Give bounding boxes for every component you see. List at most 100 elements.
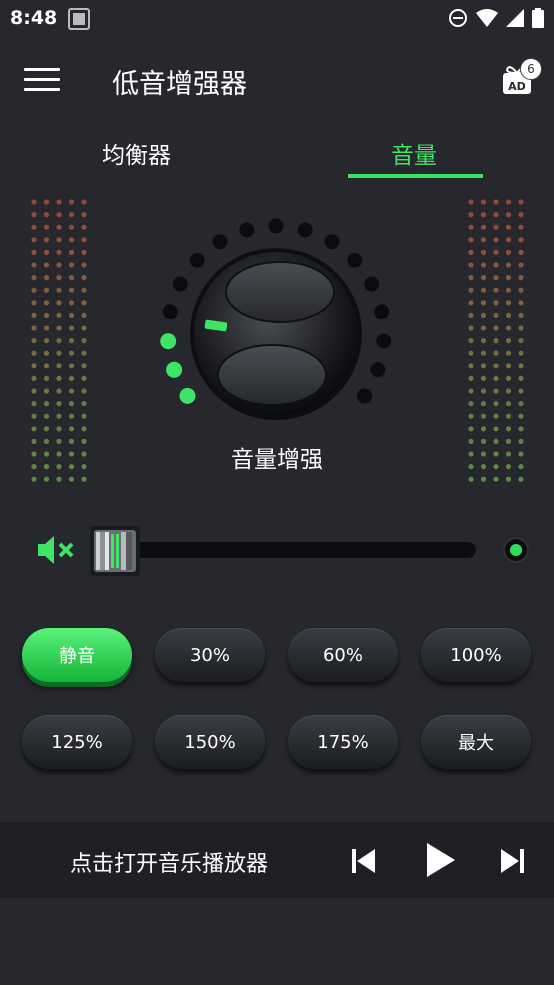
vu-dot bbox=[480, 300, 487, 306]
knob-dot-active bbox=[160, 333, 177, 350]
vu-dot bbox=[468, 249, 474, 255]
preset-60-button[interactable]: 60% bbox=[288, 628, 398, 682]
vu-dot bbox=[493, 249, 499, 255]
vu-dot bbox=[56, 275, 62, 281]
preset-mute-button[interactable]: 静音 bbox=[22, 628, 132, 682]
vu-dot bbox=[493, 338, 499, 344]
vu-dot bbox=[518, 212, 524, 218]
vu-dot bbox=[81, 338, 87, 344]
vu-dot bbox=[505, 363, 512, 369]
mute-speaker-icon[interactable] bbox=[36, 534, 76, 566]
vu-dot bbox=[480, 388, 487, 394]
signal-icon bbox=[506, 9, 524, 27]
vu-dot bbox=[43, 338, 50, 344]
volume-slider-row bbox=[0, 520, 554, 580]
vu-dot bbox=[31, 375, 37, 381]
vu-dot bbox=[518, 325, 524, 331]
vu-dot bbox=[505, 312, 512, 318]
preset-100-button[interactable]: 100% bbox=[421, 628, 531, 682]
knob-dot bbox=[324, 234, 340, 250]
preset-30-button[interactable]: 30% bbox=[155, 628, 265, 682]
vu-dot bbox=[480, 249, 487, 255]
vu-dot bbox=[31, 300, 37, 306]
vu-dot bbox=[518, 476, 524, 482]
vu-dot bbox=[493, 363, 499, 369]
preset-150-button[interactable]: 150% bbox=[155, 715, 265, 769]
vu-dot bbox=[518, 262, 524, 268]
vu-dot bbox=[505, 388, 512, 394]
vu-dot bbox=[505, 375, 512, 381]
preset-175-button[interactable]: 175% bbox=[288, 715, 398, 769]
gift-ad-button[interactable]: AD 6 bbox=[500, 58, 542, 98]
vu-dot bbox=[518, 388, 524, 394]
vu-dot bbox=[505, 199, 512, 205]
vu-dot bbox=[493, 262, 499, 268]
vu-dot bbox=[43, 237, 50, 243]
vu-dot bbox=[81, 325, 87, 331]
knob-dot bbox=[212, 234, 228, 250]
vu-dot bbox=[518, 224, 524, 230]
vu-dot bbox=[43, 224, 50, 230]
vu-dot bbox=[505, 325, 512, 331]
vu-dot bbox=[43, 325, 50, 331]
volume-slider-thumb[interactable] bbox=[90, 526, 140, 576]
battery-icon bbox=[532, 8, 544, 28]
vu-dot bbox=[518, 275, 524, 281]
knob-dot bbox=[172, 276, 188, 292]
vu-dot bbox=[518, 249, 524, 255]
menu-icon[interactable] bbox=[24, 68, 60, 94]
vu-dot bbox=[81, 426, 87, 432]
vu-dot bbox=[505, 224, 512, 230]
vu-dot bbox=[468, 300, 474, 306]
slider-max-indicator bbox=[503, 537, 529, 563]
previous-icon[interactable] bbox=[352, 848, 376, 874]
vu-dot bbox=[68, 413, 75, 419]
vu-dot bbox=[31, 350, 37, 356]
vu-dot bbox=[68, 401, 75, 407]
next-icon[interactable] bbox=[500, 848, 524, 874]
open-music-player-link[interactable]: 点击打开音乐播放器 bbox=[70, 846, 268, 878]
vu-dot bbox=[480, 237, 487, 243]
volume-boost-knob[interactable] bbox=[150, 210, 400, 460]
vu-dot bbox=[493, 224, 499, 230]
vu-dot bbox=[493, 350, 499, 356]
vu-dot bbox=[505, 476, 512, 482]
tab-equalizer[interactable]: 均衡器 bbox=[102, 136, 171, 170]
knob-dot bbox=[297, 222, 313, 238]
knob-dot-active bbox=[166, 361, 183, 378]
vu-dot bbox=[493, 300, 499, 306]
vu-dot bbox=[68, 275, 75, 281]
play-icon[interactable] bbox=[424, 842, 456, 878]
vu-dot bbox=[480, 325, 487, 331]
vu-dot bbox=[68, 212, 75, 218]
preset-max-button[interactable]: 最大 bbox=[421, 715, 531, 769]
vu-dot bbox=[81, 375, 87, 381]
vu-dot bbox=[56, 325, 62, 331]
vu-dot bbox=[468, 262, 474, 268]
vu-dot bbox=[56, 287, 62, 293]
vu-dot bbox=[518, 287, 524, 293]
vu-dot bbox=[480, 338, 487, 344]
app-bar: 低音增强器 AD 6 bbox=[0, 50, 554, 110]
vu-dot bbox=[68, 426, 75, 432]
knob-dot bbox=[374, 304, 390, 320]
vu-dot bbox=[518, 426, 524, 432]
vu-dot bbox=[43, 413, 50, 419]
tab-volume[interactable]: 音量 bbox=[391, 136, 437, 170]
vu-dot bbox=[68, 287, 75, 293]
vu-dot bbox=[68, 388, 75, 394]
vu-dot bbox=[480, 224, 487, 230]
vu-dot bbox=[468, 237, 474, 243]
status-bar: 8:48 bbox=[0, 0, 554, 38]
vu-dot bbox=[493, 375, 499, 381]
volume-slider-track[interactable] bbox=[95, 542, 476, 558]
vu-dot bbox=[480, 476, 487, 482]
vu-dot bbox=[480, 426, 487, 432]
vu-dot bbox=[505, 300, 512, 306]
ad-label: AD bbox=[508, 80, 526, 93]
vu-dot bbox=[68, 224, 75, 230]
vu-dot bbox=[518, 199, 524, 205]
vu-dot bbox=[468, 212, 474, 218]
preset-125-button[interactable]: 125% bbox=[22, 715, 132, 769]
vu-dot bbox=[56, 212, 62, 218]
